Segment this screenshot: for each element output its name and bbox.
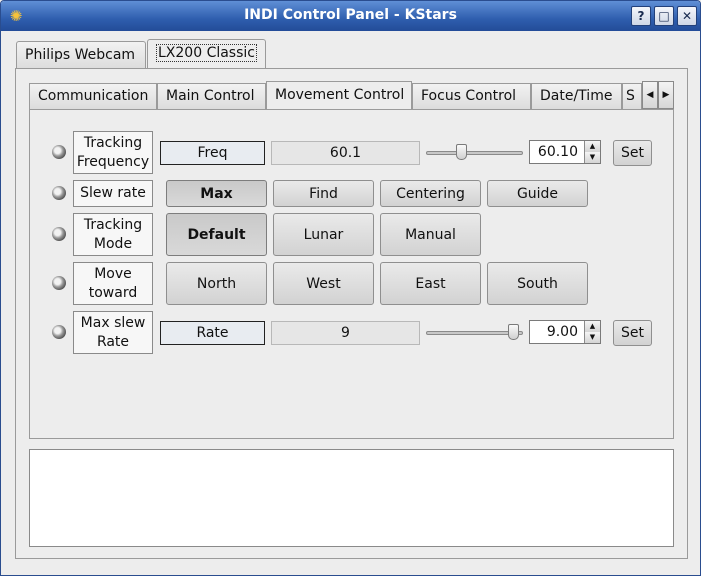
freq-element-name: Freq bbox=[160, 141, 265, 165]
freq-slider-track[interactable] bbox=[426, 151, 523, 155]
spin-down-icon[interactable]: ▼ bbox=[584, 332, 600, 343]
tab-movement-control[interactable]: Movement Control bbox=[266, 81, 412, 110]
rate-element-name: Rate bbox=[160, 321, 265, 345]
tab-scroll-left-button[interactable]: ◀ bbox=[642, 81, 658, 109]
status-light-icon bbox=[52, 276, 66, 290]
tracking-mode-default-button[interactable]: Default bbox=[166, 213, 267, 256]
window-title: INDI Control Panel - KStars bbox=[244, 7, 457, 23]
status-light-icon bbox=[52, 227, 66, 241]
slew-rate-find-button[interactable]: Find bbox=[273, 180, 374, 207]
help-button[interactable]: ? bbox=[631, 6, 651, 26]
slew-rate-label: Slew rate bbox=[73, 180, 153, 207]
tracking-mode-label: Tracking Mode bbox=[73, 213, 153, 256]
max-slew-rate-label: Max slew Rate bbox=[73, 311, 153, 354]
rate-input-value: 9.00 bbox=[546, 324, 578, 340]
close-button[interactable]: ✕ bbox=[677, 6, 697, 26]
rate-slider-handle[interactable] bbox=[507, 324, 519, 340]
move-east-button[interactable]: East bbox=[380, 262, 481, 305]
freq-slider-handle[interactable] bbox=[456, 144, 468, 160]
freq-spin-input[interactable]: 60.10 ▲ ▼ bbox=[529, 140, 601, 164]
tracking-mode-manual-button[interactable]: Manual bbox=[380, 213, 481, 256]
move-west-button[interactable]: West bbox=[273, 262, 374, 305]
spin-up-icon[interactable]: ▲ bbox=[584, 321, 600, 332]
slew-rate-centering-button[interactable]: Centering bbox=[380, 180, 481, 207]
tab-lx200-classic[interactable]: LX200 Classic bbox=[147, 39, 266, 69]
move-north-button[interactable]: North bbox=[166, 262, 267, 305]
tab-scroll-right-button[interactable]: ▶ bbox=[658, 81, 674, 109]
tab-label: LX200 Classic bbox=[156, 44, 257, 62]
move-toward-label: Move toward bbox=[73, 262, 153, 305]
slew-rate-max-button[interactable]: Max bbox=[166, 180, 267, 207]
rate-spin-input[interactable]: 9.00 ▲ ▼ bbox=[529, 320, 601, 344]
rate-set-button[interactable]: Set bbox=[613, 320, 652, 346]
tracking-mode-lunar-button[interactable]: Lunar bbox=[273, 213, 374, 256]
spin-up-icon[interactable]: ▲ bbox=[584, 141, 600, 152]
status-light-icon bbox=[52, 325, 66, 339]
freq-set-button[interactable]: Set bbox=[613, 140, 652, 166]
tab-focus-control[interactable]: Focus Control bbox=[412, 83, 531, 109]
tab-s-partial[interactable]: S bbox=[622, 83, 642, 109]
tab-communication[interactable]: Communication bbox=[29, 83, 157, 109]
status-light-icon bbox=[52, 186, 66, 200]
indi-control-panel-window: ✺ INDI Control Panel - KStars ? □ ✕ Phil… bbox=[0, 0, 701, 576]
title-bar[interactable]: ✺ INDI Control Panel - KStars ? □ ✕ bbox=[1, 1, 700, 31]
tab-main-control[interactable]: Main Control bbox=[157, 83, 266, 109]
move-south-button[interactable]: South bbox=[487, 262, 588, 305]
freq-input-value: 60.10 bbox=[537, 144, 578, 160]
tab-philips-webcam[interactable]: Philips Webcam bbox=[16, 41, 146, 69]
freq-current-value: 60.1 bbox=[271, 141, 420, 165]
rate-current-value: 9 bbox=[271, 321, 420, 345]
status-light-icon bbox=[52, 145, 66, 159]
tracking-frequency-label: Tracking Frequency bbox=[73, 131, 153, 174]
tab-date-time[interactable]: Date/Time bbox=[531, 83, 622, 109]
tab-label: Philips Webcam bbox=[25, 47, 136, 63]
slew-rate-guide-button[interactable]: Guide bbox=[487, 180, 588, 207]
maximize-button[interactable]: □ bbox=[654, 6, 674, 26]
spin-down-icon[interactable]: ▼ bbox=[584, 152, 600, 163]
message-log[interactable] bbox=[29, 449, 674, 547]
movement-control-panel: Tracking Frequency Freq 60.1 60.10 ▲ ▼ S… bbox=[29, 109, 674, 439]
